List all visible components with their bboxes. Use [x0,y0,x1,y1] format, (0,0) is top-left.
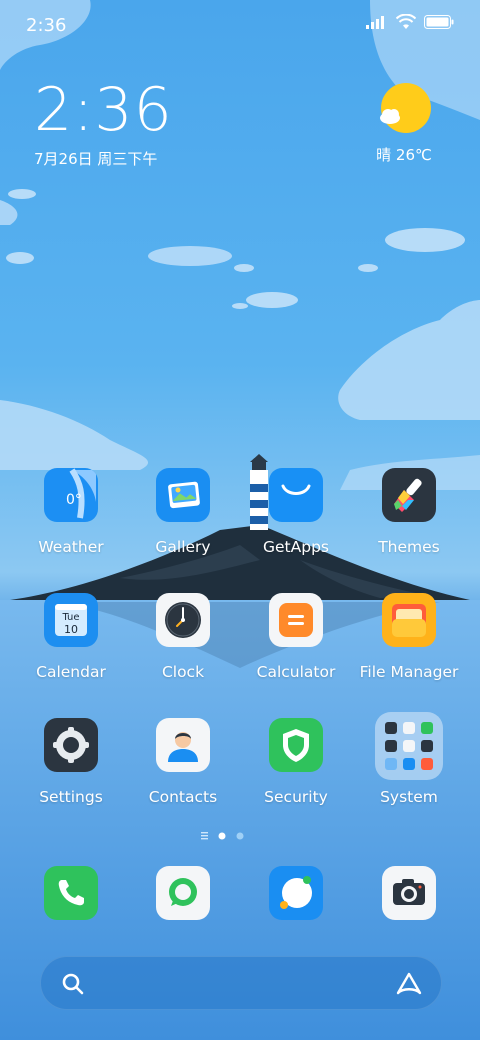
weather-summary: 晴 26℃ [376,146,432,164]
signal-icon [366,16,384,29]
app-themes[interactable]: Themes [354,468,464,556]
weather-icon: 0° [44,468,98,522]
clock-widget[interactable]: 2:36 7月26日 周三下午 [34,78,173,169]
calendar-icon: Tue 10 [44,593,98,647]
app-system-folder[interactable]: System [354,712,464,806]
page-dot-current [218,832,226,840]
app-label: Calculator [256,663,336,681]
app-label: System [380,788,438,806]
app-label: Weather [38,538,104,556]
app-gallery[interactable]: Gallery [128,468,238,556]
clock-icon [156,593,210,647]
app-calculator[interactable]: Calculator [241,593,351,681]
assistant-icon[interactable] [395,971,423,997]
app-contacts[interactable]: Contacts [128,718,238,806]
app-label: Calendar [36,663,106,681]
status-bar: 2:36 [0,0,480,50]
app-file-manager[interactable]: File Manager [354,593,464,681]
app-label: Clock [161,663,205,681]
dock-messages[interactable] [128,866,238,920]
weather-icon-glyph: 0° [66,492,82,508]
widget-time: 2:36 [34,75,173,145]
widget-date: 7月26日 周三下午 [34,150,158,168]
themes-icon [382,468,436,522]
weather-widget[interactable]: 晴 26℃ [364,82,444,165]
calendar-weekday: Tue [61,612,79,623]
security-icon [269,718,323,772]
dock-browser[interactable] [241,866,351,920]
messages-icon [156,866,210,920]
app-calendar[interactable]: Tue 10 Calendar [16,593,126,681]
app-label: File Manager [359,663,459,681]
app-label: GetApps [263,538,329,556]
battery-icon [424,15,454,29]
app-clock[interactable]: Clock [128,593,238,681]
app-label: Contacts [148,788,218,806]
app-settings[interactable]: Settings [16,718,126,806]
system-folder-icon [375,712,443,780]
getapps-icon [269,468,323,522]
app-label: Gallery [155,538,211,556]
calendar-day: 10 [64,623,78,636]
app-weather[interactable]: 0° Weather [16,468,126,556]
app-getapps[interactable]: GetApps [241,468,351,556]
status-time: 2:36 [26,15,67,36]
gallery-icon [156,468,210,522]
file-manager-icon [382,593,436,647]
page-list-icon [201,832,208,840]
search-bar[interactable] [40,956,442,1010]
phone-icon [44,866,98,920]
contacts-icon [156,718,210,772]
dock-phone[interactable] [16,866,126,920]
dock-camera[interactable] [354,866,464,920]
page-indicator[interactable] [0,830,480,842]
page-dot [236,832,244,840]
app-security[interactable]: Security [241,718,351,806]
search-icon [62,973,84,995]
app-label: Themes [378,538,440,556]
camera-icon [382,866,436,920]
app-label: Security [264,788,328,806]
app-label: Settings [39,788,103,806]
settings-icon [44,718,98,772]
wifi-icon [396,14,416,29]
browser-icon [269,866,323,920]
calculator-icon [269,593,323,647]
sunny-icon [378,82,431,134]
